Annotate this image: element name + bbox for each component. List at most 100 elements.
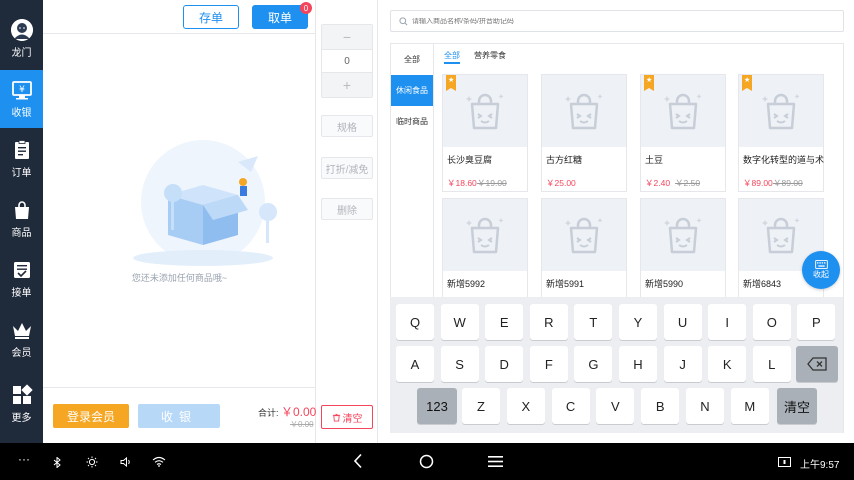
discount-button[interactable]: 打折/减免 — [321, 157, 373, 179]
wifi-icon[interactable] — [152, 456, 166, 467]
keyboard-icon — [814, 260, 828, 269]
key-h[interactable]: H — [619, 346, 657, 382]
bluetooth-icon[interactable] — [53, 457, 62, 468]
key-g[interactable]: G — [574, 346, 613, 382]
product-placeholder-icon — [565, 217, 603, 254]
sidebar-item-products[interactable]: 商品 — [0, 190, 43, 248]
checkout-button[interactable]: 收银 — [138, 404, 220, 428]
key-l[interactable]: L — [752, 346, 791, 382]
login-member-button[interactable]: 登录会员 — [53, 404, 129, 428]
sidebar-item-accept-orders[interactable]: 接单 — [0, 250, 43, 308]
star-icon: ★ — [646, 77, 653, 84]
home-icon[interactable] — [419, 454, 434, 469]
clear-cart-label: 清空 — [342, 413, 363, 425]
key-u[interactable]: U — [663, 304, 702, 340]
key-d[interactable]: D — [485, 346, 524, 382]
volume-icon[interactable] — [120, 456, 132, 468]
sidebar-item-orders[interactable]: 订单 — [0, 130, 43, 188]
sidebar-item-cashier[interactable]: ¥ 收银 — [0, 70, 43, 128]
key-p[interactable]: P — [797, 304, 836, 340]
system-navigation-bar: ··· 上午9:57 — [0, 443, 854, 480]
numbers-key[interactable]: 123 — [417, 388, 457, 424]
featured-ribbon: ★ — [644, 75, 654, 91]
crown-icon — [12, 323, 31, 339]
more-icon[interactable]: ··· — [18, 452, 30, 466]
sidebar-item-label: 接单 — [11, 288, 32, 299]
screen-icon — [778, 457, 791, 467]
key-x[interactable]: X — [506, 388, 545, 424]
category-all[interactable]: 全部 — [391, 44, 433, 75]
key-e[interactable]: E — [485, 304, 524, 340]
back-icon[interactable] — [352, 453, 364, 469]
backspace-key[interactable] — [796, 346, 838, 382]
search-icon — [399, 16, 408, 25]
delete-button[interactable]: 删除 — [321, 198, 373, 220]
product-name: 长沙臭豆腐 — [447, 155, 493, 165]
trash-icon — [332, 413, 340, 422]
sidebar-item-label: 会员 — [11, 348, 32, 359]
search-input[interactable] — [412, 17, 812, 25]
sidebar-item-more[interactable]: 更多 — [0, 375, 43, 433]
collapse-label: 收起 — [813, 270, 829, 279]
key-q[interactable]: Q — [396, 304, 434, 340]
product-price: ￥2.40 — [645, 178, 671, 188]
product-name: 数字化转型的道与术 — [743, 155, 825, 165]
clear-cart-button[interactable]: 清空 — [321, 405, 373, 429]
key-w[interactable]: W — [440, 304, 479, 340]
pos-app: 龙门 ¥ 收银 订单 商品 接单 会员 更多 存单 取单 0 登录会员 收银 合… — [0, 0, 854, 480]
collapse-keyboard-button[interactable]: 收起 — [802, 251, 840, 289]
key-a[interactable]: A — [396, 346, 434, 382]
key-y[interactable]: Y — [619, 304, 657, 340]
product-name: 新增5991 — [546, 279, 585, 289]
product-card[interactable]: ★ 土豆 ￥2.40 ￥2.50 — [640, 74, 726, 192]
subcategory-tabs: 全部 营养零食 — [444, 50, 506, 64]
product-placeholder-icon — [664, 217, 702, 254]
key-n[interactable]: N — [686, 388, 724, 424]
key-b[interactable]: B — [641, 388, 680, 424]
key-c[interactable]: C — [551, 388, 590, 424]
product-image — [443, 199, 527, 271]
product-placeholder-icon — [565, 93, 603, 130]
keyboard-clear-key[interactable]: 清空 — [777, 388, 817, 424]
empty-cart-text: 您还未添加任何商品哦~ — [131, 273, 228, 283]
quantity-value: 0 — [322, 49, 372, 73]
menu-icon[interactable] — [488, 455, 503, 468]
key-s[interactable]: S — [440, 346, 479, 382]
total-original: ￥0.00 — [290, 420, 314, 429]
sidebar: 龙门 ¥ 收银 订单 商品 接单 会员 更多 — [0, 0, 43, 443]
product-card[interactable]: ★ 长沙臭豆腐 ￥18.60 ￥19.00 — [442, 74, 528, 192]
product-original-price: ￥89.00 — [773, 178, 803, 188]
key-o[interactable]: O — [752, 304, 791, 340]
key-i[interactable]: I — [708, 304, 747, 340]
key-r[interactable]: R — [529, 304, 568, 340]
quantity-minus-button[interactable]: − — [322, 25, 372, 49]
avatar-icon — [10, 19, 33, 41]
quantity-plus-button[interactable]: + — [322, 73, 372, 97]
sidebar-item-user[interactable]: 龙门 — [0, 10, 43, 68]
category-snacks[interactable]: 休闲食品 — [391, 75, 433, 106]
subtab-nutrition-snacks[interactable]: 营养零食 — [474, 50, 506, 64]
category-temporary[interactable]: 临时商品 — [391, 106, 433, 137]
featured-ribbon: ★ — [742, 75, 752, 91]
onscreen-keyboard: Q W E R T Y U I O P A S D F G H J K L 123 Z X C V B N M 清空 — [390, 297, 843, 433]
sidebar-item-label: 更多 — [11, 413, 32, 424]
brightness-icon[interactable] — [86, 456, 98, 468]
key-f[interactable]: F — [529, 346, 568, 382]
grid-icon — [12, 384, 33, 404]
cashier-icon: ¥ — [11, 81, 32, 100]
sidebar-item-label: 龙门 — [11, 48, 32, 59]
product-card[interactable]: ★ 数字化转型的道与术 ￥89.00 ￥89.00 — [738, 74, 824, 192]
save-order-button[interactable]: 存单 — [183, 5, 239, 29]
key-m[interactable]: M — [730, 388, 769, 424]
spec-button[interactable]: 规格 — [321, 115, 373, 137]
key-k[interactable]: K — [708, 346, 747, 382]
key-j[interactable]: J — [663, 346, 702, 382]
sidebar-item-members[interactable]: 会员 — [0, 310, 43, 368]
subtab-all[interactable]: 全部 — [444, 50, 460, 64]
key-v[interactable]: V — [596, 388, 635, 424]
order-footer: 登录会员 收银 合计: ￥0.00 ￥0.00 — [43, 387, 316, 443]
key-t[interactable]: T — [574, 304, 613, 340]
key-z[interactable]: Z — [462, 388, 500, 424]
product-card[interactable]: 古方红糖 ￥25.00 — [541, 74, 627, 192]
sidebar-item-label: 订单 — [11, 168, 32, 179]
